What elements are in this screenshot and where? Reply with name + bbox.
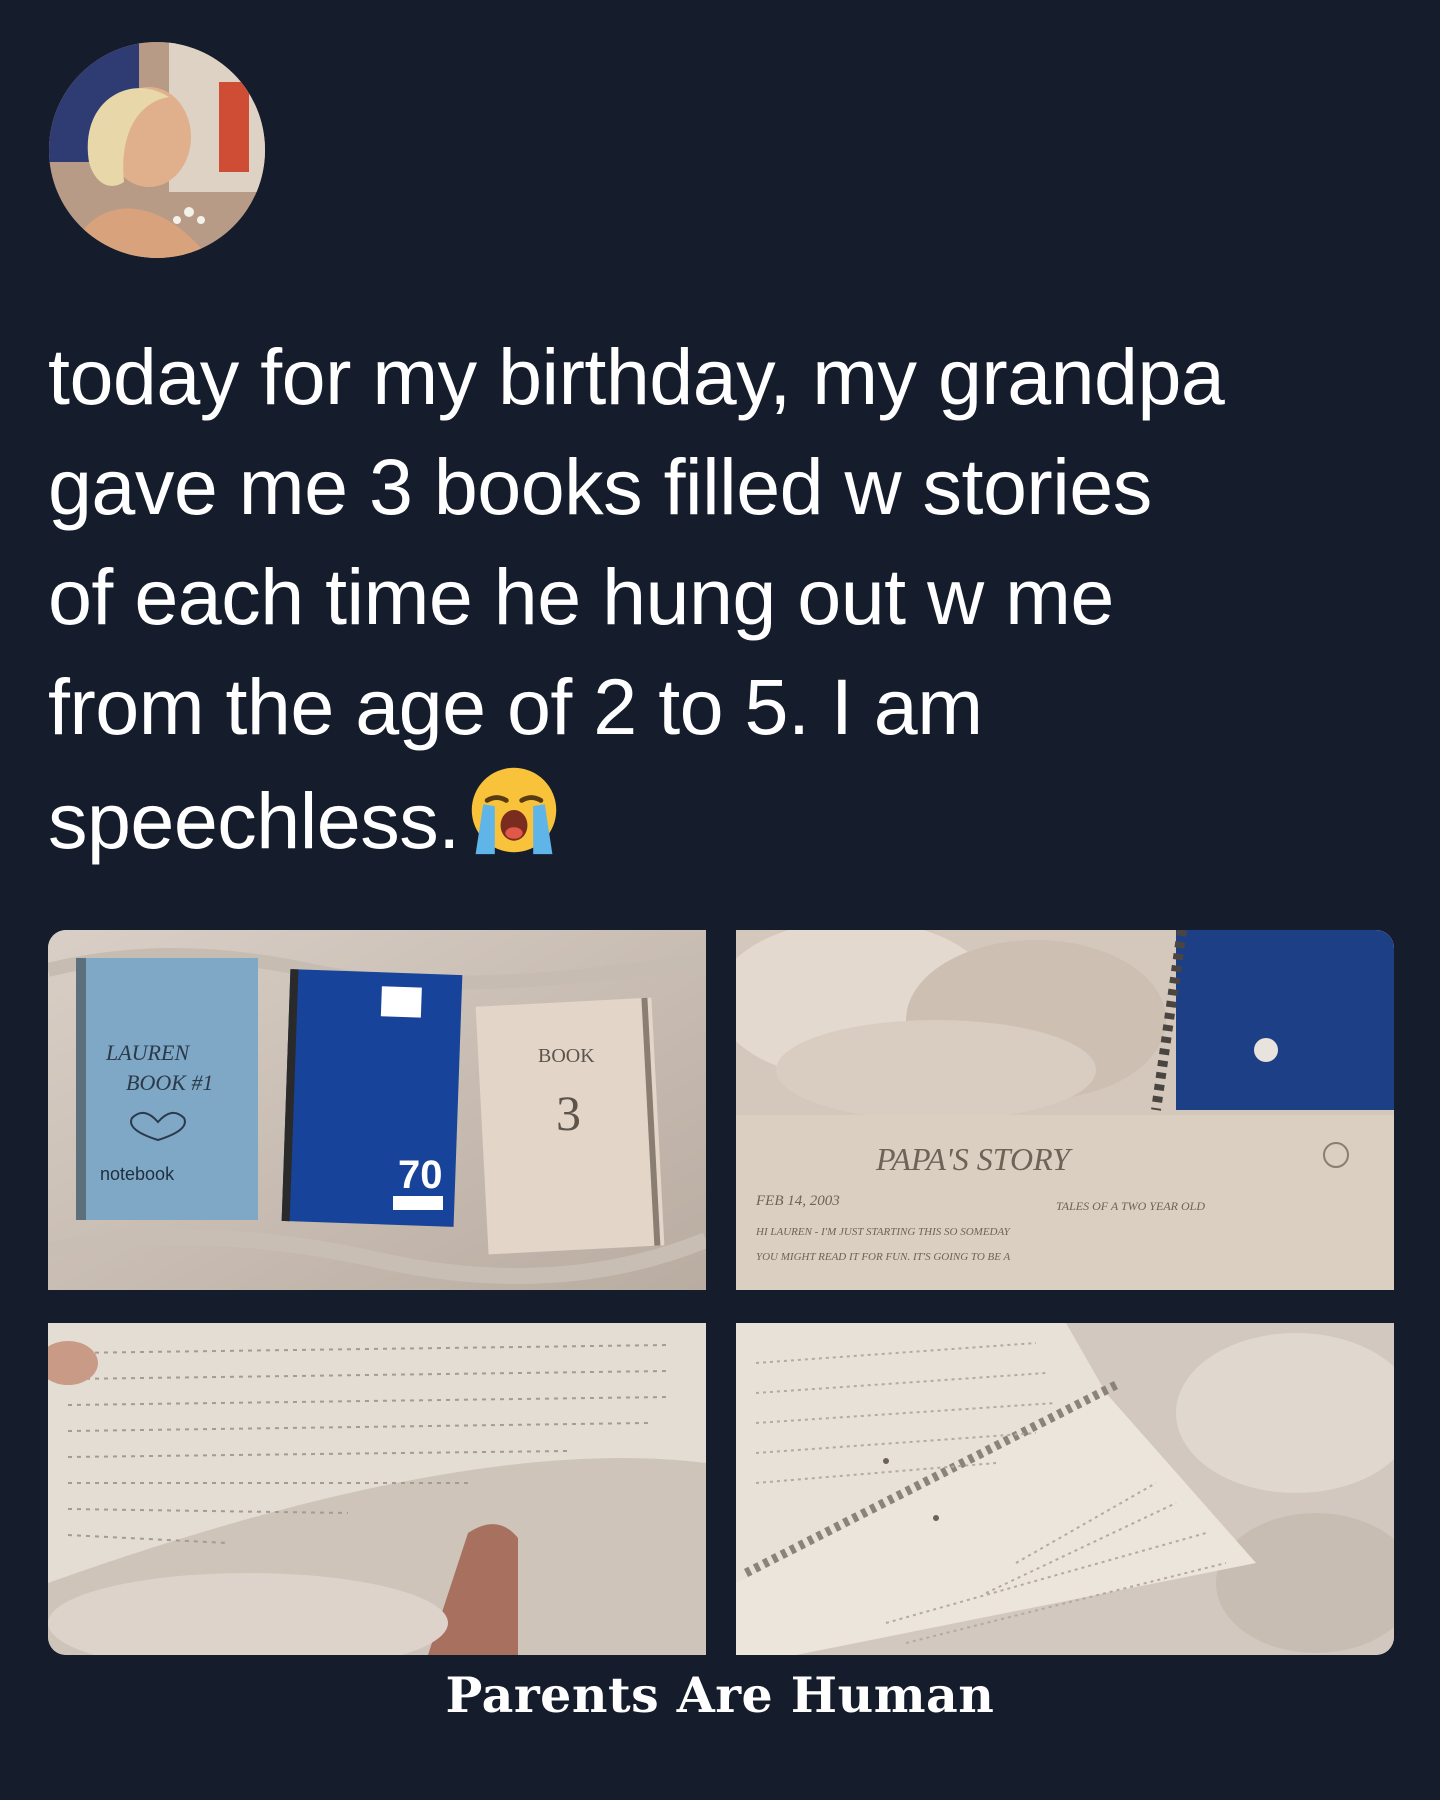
tweet-line-last: speechless. <box>48 762 1408 876</box>
notebook1-brand: notebook <box>100 1164 175 1184</box>
watermark: Parents Are Human <box>445 1666 995 1724</box>
tweet-line: today for my birthday, my grandpa <box>48 332 1225 421</box>
post: today for my birthday, my grandpa gave m… <box>0 0 1440 1800</box>
tweet-line: from the age of 2 to 5. I am <box>48 662 983 751</box>
photo-pages[interactable] <box>48 1323 706 1655</box>
photo-papas-story[interactable]: PAPA'S STORY FEB 14, 2003 TALES OF A TWO… <box>736 930 1394 1290</box>
loudly-crying-face-icon <box>471 767 556 855</box>
tweet-line: speechless. <box>48 776 460 865</box>
tweet-text: today for my birthday, my grandpa gave m… <box>48 322 1408 876</box>
avatar[interactable] <box>49 42 265 258</box>
papas-story-photo: PAPA'S STORY FEB 14, 2003 TALES OF A TWO… <box>736 930 1394 1290</box>
notebook3-label-1: BOOK <box>538 1045 595 1067</box>
page-subtitle: TALES OF A TWO YEAR OLD <box>1056 1199 1205 1213</box>
notebook1-label-2: BOOK #1 <box>126 1070 213 1095</box>
page-line-2: YOU MIGHT READ IT FOR FUN. IT'S GOING TO… <box>756 1251 1011 1263</box>
profile-photo-icon <box>49 42 265 258</box>
tweet-line: gave me 3 books filled w stories <box>48 442 1152 531</box>
photo-spiral-notebook[interactable] <box>736 1323 1394 1655</box>
notebook1-label-1: LAUREN <box>105 1040 190 1065</box>
pages-photo <box>48 1323 706 1655</box>
photo-grid: LAUREN BOOK #1 notebook 70 BOOK 3 PAPA'S… <box>48 930 1394 1655</box>
page-date: FEB 14, 2003 <box>755 1193 840 1209</box>
tweet-line: of each time he hung out w me <box>48 552 1114 641</box>
notebooks-photo: LAUREN BOOK #1 notebook 70 BOOK 3 <box>48 930 706 1290</box>
page-title: PAPA'S STORY <box>875 1141 1073 1177</box>
page-line-1: HI LAUREN - I'M JUST STARTING THIS SO SO… <box>755 1226 1012 1238</box>
notebook2-count: 70 <box>398 1153 443 1197</box>
spiral-notebook-photo <box>736 1323 1394 1655</box>
notebook3-label-2: 3 <box>556 1085 581 1141</box>
photo-notebooks[interactable]: LAUREN BOOK #1 notebook 70 BOOK 3 <box>48 930 706 1290</box>
